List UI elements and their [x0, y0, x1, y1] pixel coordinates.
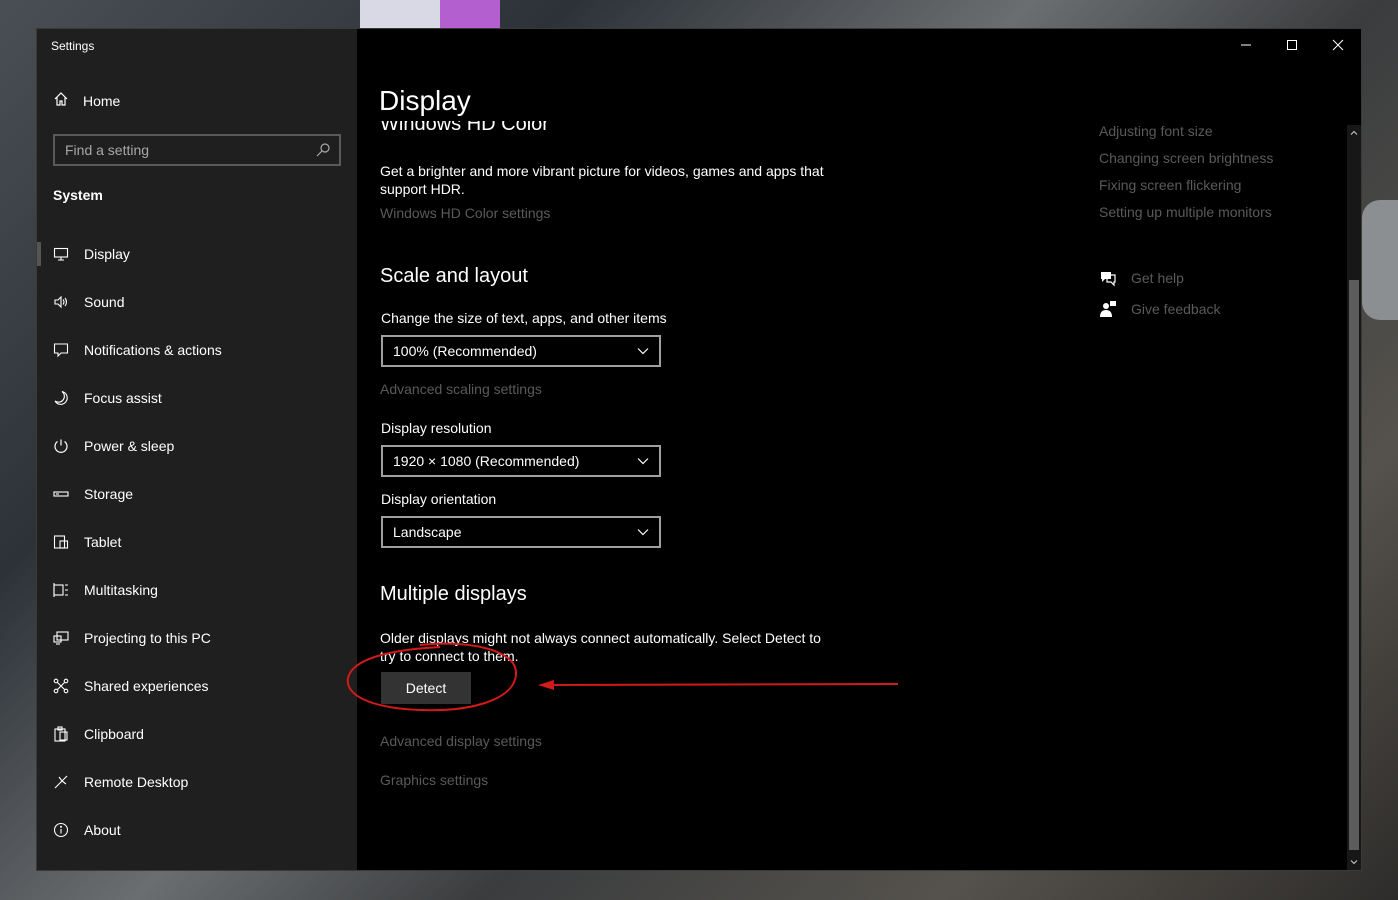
- multiple-displays-heading: Multiple displays: [380, 583, 527, 605]
- home-label: Home: [83, 92, 121, 109]
- feedback-icon: [1100, 301, 1116, 317]
- get-help-label: Get help: [1131, 270, 1184, 286]
- related-link[interactable]: Fixing screen flickering: [1099, 177, 1241, 193]
- chevron-down-icon: [637, 529, 649, 536]
- chevron-down-icon: [1350, 860, 1358, 865]
- get-help-link[interactable]: Get help: [1099, 269, 1184, 287]
- search-input[interactable]: [55, 142, 315, 158]
- chevron-down-icon: [637, 348, 649, 355]
- sidebar-item-remote-desktop[interactable]: Remote Desktop: [37, 758, 357, 806]
- sidebar-item-label: About: [84, 822, 121, 838]
- home-icon: [53, 91, 69, 110]
- chevron-down-icon: [637, 458, 649, 465]
- resolution-dropdown-value: 1920 × 1080 (Recommended): [393, 453, 580, 469]
- scale-dropdown[interactable]: 100% (Recommended): [381, 335, 661, 367]
- hd-color-description: Get a brighter and more vibrant picture …: [380, 163, 824, 197]
- close-icon: [1332, 39, 1344, 51]
- size-label: Change the size of text, apps, and other…: [381, 310, 667, 326]
- hd-color-settings-link[interactable]: Windows HD Color settings: [380, 205, 550, 221]
- sidebar-nav: Display Sound Notifications & actions Fo…: [37, 230, 357, 854]
- resolution-dropdown[interactable]: 1920 × 1080 (Recommended): [381, 445, 661, 477]
- storage-icon: [53, 486, 69, 502]
- sidebar-item-about[interactable]: About: [37, 806, 357, 854]
- search-icon[interactable]: [315, 142, 331, 158]
- sidebar-item-label: Multitasking: [84, 582, 158, 598]
- sidebar-item-label: Notifications & actions: [84, 342, 222, 358]
- sidebar-item-label: Focus assist: [84, 390, 162, 406]
- sidebar-item-label: Tablet: [84, 534, 122, 550]
- info-icon: [53, 822, 69, 838]
- orientation-dropdown[interactable]: Landscape: [381, 516, 661, 548]
- sidebar-item-shared-experiences[interactable]: Shared experiences: [37, 662, 357, 710]
- scale-layout-heading: Scale and layout: [380, 265, 528, 287]
- detect-button[interactable]: Detect: [381, 672, 471, 704]
- moon-icon: [53, 390, 69, 406]
- monitor-icon: [53, 246, 69, 262]
- sidebar-item-power-sleep[interactable]: Power & sleep: [37, 422, 357, 470]
- wallpaper-detail: [360, 0, 440, 28]
- minimize-button[interactable]: [1223, 29, 1269, 61]
- search-box[interactable]: [53, 134, 341, 166]
- give-feedback-link[interactable]: Give feedback: [1099, 300, 1221, 318]
- notification-icon: [53, 342, 69, 358]
- tablet-icon: [53, 534, 69, 550]
- sidebar-item-label: Power & sleep: [84, 438, 175, 454]
- sidebar-item-display[interactable]: Display: [37, 230, 357, 278]
- sidebar-item-tablet[interactable]: Tablet: [37, 518, 357, 566]
- close-button[interactable]: [1315, 29, 1361, 61]
- related-link[interactable]: Adjusting font size: [1099, 123, 1213, 139]
- orientation-label: Display orientation: [381, 491, 497, 507]
- speaker-icon: [53, 294, 69, 310]
- multiple-displays-description: Older displays might not always connect …: [380, 630, 821, 664]
- projecting-icon: [53, 630, 69, 646]
- clipboard-icon: [53, 726, 69, 742]
- multitasking-icon: [53, 582, 69, 598]
- maximize-icon: [1287, 40, 1297, 50]
- sidebar-item-label: Display: [84, 246, 130, 262]
- sidebar-item-label: Remote Desktop: [84, 774, 189, 790]
- related-link[interactable]: Setting up multiple monitors: [1099, 204, 1272, 220]
- main-content: Display Windows HD Color Get a brighter …: [357, 29, 1361, 870]
- maximize-button[interactable]: [1269, 29, 1315, 61]
- resolution-label: Display resolution: [381, 420, 492, 436]
- give-feedback-label: Give feedback: [1131, 301, 1221, 317]
- sidebar: Settings Home System Display Sound: [37, 29, 357, 870]
- sidebar-item-label: Storage: [84, 486, 134, 502]
- section-title: System: [53, 187, 103, 203]
- sidebar-item-label: Projecting to this PC: [84, 630, 211, 646]
- app-title: Settings: [51, 39, 95, 53]
- sidebar-item-projecting[interactable]: Projecting to this PC: [37, 614, 357, 662]
- power-icon: [53, 438, 69, 454]
- window-controls: [1223, 29, 1361, 61]
- sidebar-item-storage[interactable]: Storage: [37, 470, 357, 518]
- sidebar-item-sound[interactable]: Sound: [37, 278, 357, 326]
- scroll-thumb[interactable]: [1349, 280, 1359, 850]
- sidebar-item-clipboard[interactable]: Clipboard: [37, 710, 357, 758]
- scroll-down-button[interactable]: [1347, 854, 1361, 870]
- sidebar-item-multitasking[interactable]: Multitasking: [37, 566, 357, 614]
- sidebar-item-focus-assist[interactable]: Focus assist: [37, 374, 357, 422]
- remote-desktop-icon: [53, 774, 69, 790]
- shared-icon: [53, 678, 69, 694]
- orientation-dropdown-value: Landscape: [393, 524, 462, 540]
- wallpaper-detail: [440, 0, 500, 28]
- page-title: Display: [379, 85, 479, 117]
- minimize-icon: [1241, 44, 1251, 46]
- settings-window: Settings Home System Display Sound: [36, 28, 1362, 871]
- graphics-settings-link[interactable]: Graphics settings: [380, 772, 488, 788]
- advanced-scaling-link[interactable]: Advanced scaling settings: [380, 381, 542, 397]
- home-nav-item[interactable]: Home: [53, 91, 120, 110]
- sidebar-item-notifications[interactable]: Notifications & actions: [37, 326, 357, 374]
- chevron-up-icon: [1350, 130, 1358, 135]
- help-chat-icon: [1101, 272, 1116, 287]
- scale-dropdown-value: 100% (Recommended): [393, 343, 537, 359]
- sidebar-item-label: Sound: [84, 294, 125, 310]
- sidebar-item-label: Shared experiences: [84, 678, 209, 694]
- related-link[interactable]: Changing screen brightness: [1099, 150, 1273, 166]
- scrollbar[interactable]: [1347, 125, 1361, 870]
- wallpaper-detail: [1362, 200, 1398, 320]
- scroll-up-button[interactable]: [1347, 125, 1361, 141]
- advanced-display-link[interactable]: Advanced display settings: [380, 733, 542, 749]
- sidebar-item-label: Clipboard: [84, 726, 144, 742]
